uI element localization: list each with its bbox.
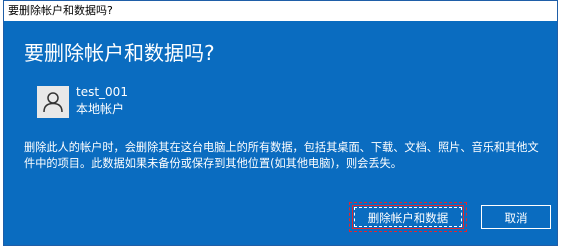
delete-account-dialog-window: 要删除帐户和数据吗? 要删除帐户和数据吗? test_001 本地帐户 删除此人… (3, 0, 558, 246)
dialog-heading: 要删除帐户和数据吗? (24, 41, 215, 65)
delete-account-and-data-button[interactable]: 删除帐户和数据 (352, 205, 464, 229)
warning-description: 删除此人的帐户时，会删除其在这台电脑上的所有数据，包括其桌面、下载、文档、照片、… (24, 141, 539, 170)
account-type: 本地帐户 (76, 102, 125, 116)
user-avatar-icon (37, 86, 69, 118)
dialog-content: 要删除帐户和数据吗? test_001 本地帐户 删除此人的帐户时，会删除其在这… (4, 21, 557, 245)
cancel-button[interactable]: 取消 (481, 205, 551, 229)
user-name: test_001 (76, 85, 128, 99)
window-title: 要删除帐户和数据吗? (4, 1, 557, 21)
